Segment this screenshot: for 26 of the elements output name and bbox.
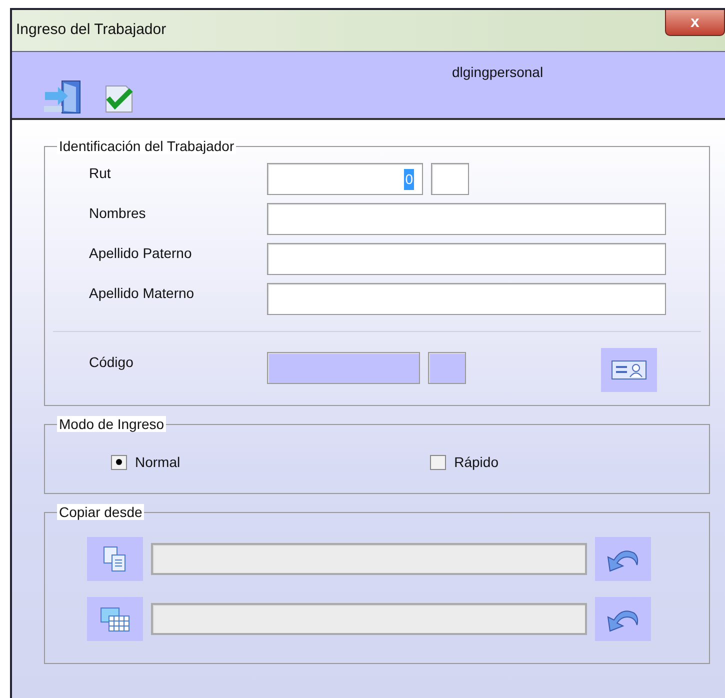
text-field[interactable]: [267, 243, 666, 275]
documents-icon: [102, 545, 128, 573]
card-search-button[interactable]: [601, 348, 657, 392]
group-label: Modo de Ingreso: [57, 416, 166, 432]
check-digit-field[interactable]: [431, 163, 469, 195]
form-name: dlgingpersonal: [452, 63, 544, 82]
field-label: Apellido Materno: [88, 284, 196, 303]
field-label: Código: [88, 353, 134, 372]
undo-button[interactable]: [595, 597, 651, 641]
id-card-icon: [611, 359, 647, 381]
field-label: Rut: [88, 164, 112, 183]
radio-option[interactable]: Normal: [111, 452, 180, 472]
window-title: Ingreso del Trabajador: [16, 20, 166, 40]
field-label: Nombres: [88, 204, 147, 223]
tables-icon: [99, 605, 131, 633]
group-label: Identificación del Trabajador: [57, 138, 236, 154]
undo-button[interactable]: [595, 537, 651, 581]
text-field[interactable]: [267, 203, 666, 235]
code-field[interactable]: [267, 352, 420, 384]
field-label: Apellido Paterno: [88, 244, 193, 263]
group-label: Copiar desde: [57, 504, 144, 520]
text-field[interactable]: [267, 283, 666, 315]
copy-source-button[interactable]: [87, 537, 143, 581]
code-digit-field[interactable]: [428, 352, 466, 384]
radio-option[interactable]: Rápido: [430, 452, 498, 472]
copy-source-button[interactable]: [87, 597, 143, 641]
